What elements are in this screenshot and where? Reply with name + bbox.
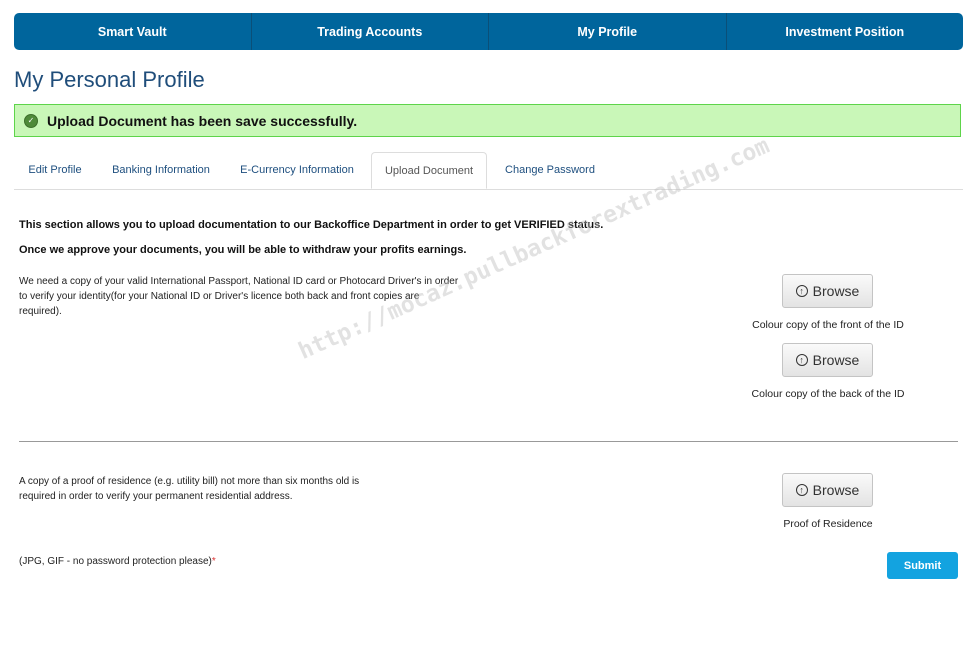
check-circle-icon: ✓ <box>24 113 38 128</box>
profile-tabs: Edit Profile Banking Information E-Curre… <box>14 152 963 190</box>
nav-trading-accounts[interactable]: Trading Accounts <box>252 13 489 50</box>
section-divider <box>19 441 958 442</box>
file-format-note: (JPG, GIF - no password protection pleas… <box>19 556 216 567</box>
upload-arrow-icon: ↑ <box>795 354 808 366</box>
intro-text-verified: This section allows you to upload docume… <box>19 219 604 231</box>
upload-arrow-icon: ↑ <box>795 484 808 496</box>
front-id-caption: Colour copy of the front of the ID <box>752 319 904 331</box>
submit-button[interactable]: Submit <box>887 552 958 579</box>
success-alert: ✓ Upload Document has been save successf… <box>14 104 961 137</box>
residence-requirement-text: A copy of a proof of residence (e.g. uti… <box>19 476 360 502</box>
nav-smart-vault[interactable]: Smart Vault <box>14 13 252 50</box>
intro-text-withdraw: Once we approve your documents, you will… <box>19 244 467 256</box>
browse-label: Browse <box>812 482 860 498</box>
tab-banking-information[interactable]: Banking Information <box>102 152 220 188</box>
required-asterisk: * <box>211 556 216 567</box>
browse-label: Browse <box>812 283 860 299</box>
residence-caption: Proof of Residence <box>783 518 873 530</box>
page-title: My Personal Profile <box>14 67 205 92</box>
format-note-text: (JPG, GIF - no password protection pleas… <box>19 556 212 567</box>
browse-front-id-button[interactable]: ↑ Browse <box>782 274 873 308</box>
tab-e-currency-information[interactable]: E-Currency Information <box>232 152 362 188</box>
nav-my-profile[interactable]: My Profile <box>489 13 727 50</box>
browse-residence-button[interactable]: ↑ Browse <box>782 473 873 507</box>
upload-arrow-icon: ↑ <box>795 285 808 297</box>
success-message: Upload Document has been save successful… <box>47 112 358 129</box>
top-navigation: Smart Vault Trading Accounts My Profile … <box>14 13 963 50</box>
back-id-caption: Colour copy of the back of the ID <box>751 388 905 400</box>
browse-label: Browse <box>812 352 860 368</box>
tab-upload-document[interactable]: Upload Document <box>371 152 487 189</box>
nav-investment-position[interactable]: Investment Position <box>727 13 964 50</box>
tab-change-password[interactable]: Change Password <box>494 152 606 188</box>
browse-back-id-button[interactable]: ↑ Browse <box>782 343 873 377</box>
tab-edit-profile[interactable]: Edit Profile <box>14 152 96 188</box>
